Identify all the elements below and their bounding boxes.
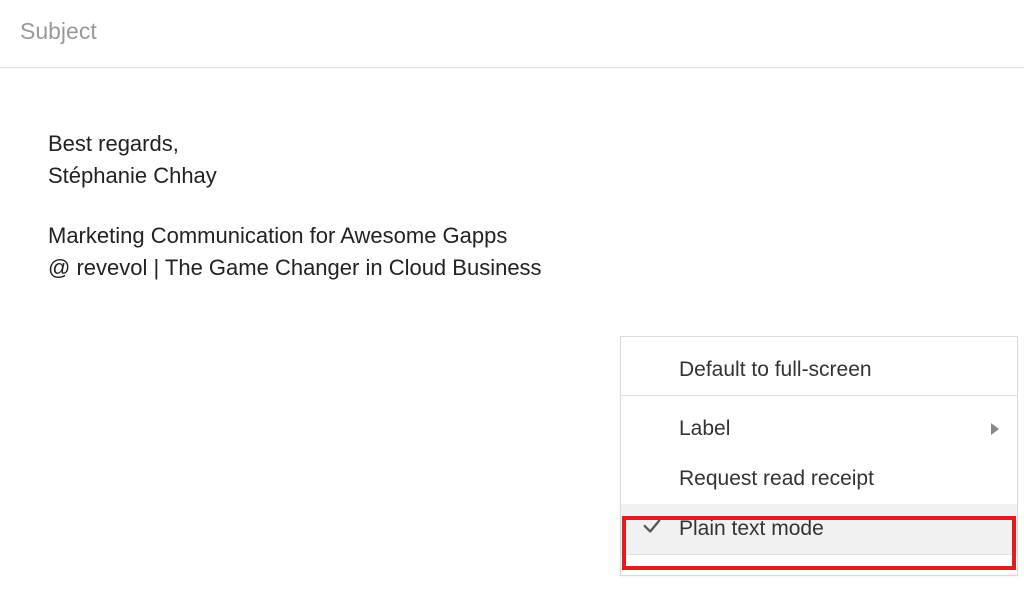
check-icon bbox=[641, 515, 663, 543]
menu-item-label: Request read receipt bbox=[679, 467, 874, 491]
signature-line: @ revevol | The Game Changer in Cloud Bu… bbox=[48, 252, 1004, 284]
menu-request-read-receipt[interactable]: Request read receipt bbox=[621, 454, 1017, 504]
menu-default-fullscreen[interactable]: Default to full-screen bbox=[621, 337, 1017, 395]
compose-body[interactable]: Best regards, Stéphanie Chhay Marketing … bbox=[0, 68, 1024, 304]
chevron-right-icon bbox=[991, 423, 999, 435]
menu-item-label: Default to full-screen bbox=[679, 358, 872, 382]
menu-plain-text-mode[interactable]: Plain text mode bbox=[621, 504, 1017, 554]
menu-label[interactable]: Label bbox=[621, 396, 1017, 454]
signature-line: Marketing Communication for Awesome Gapp… bbox=[48, 220, 1004, 252]
email-signature: Best regards, Stéphanie Chhay Marketing … bbox=[48, 128, 1004, 284]
more-options-menu: Default to full-screen Label Request rea… bbox=[620, 336, 1018, 576]
signature-line: Stéphanie Chhay bbox=[48, 160, 1004, 192]
subject-placeholder: Subject bbox=[20, 18, 97, 44]
menu-item-label: Label bbox=[679, 417, 730, 441]
menu-item-label: Plain text mode bbox=[679, 517, 824, 541]
subject-field[interactable]: Subject bbox=[0, 0, 1024, 68]
signature-line: Best regards, bbox=[48, 128, 1004, 160]
